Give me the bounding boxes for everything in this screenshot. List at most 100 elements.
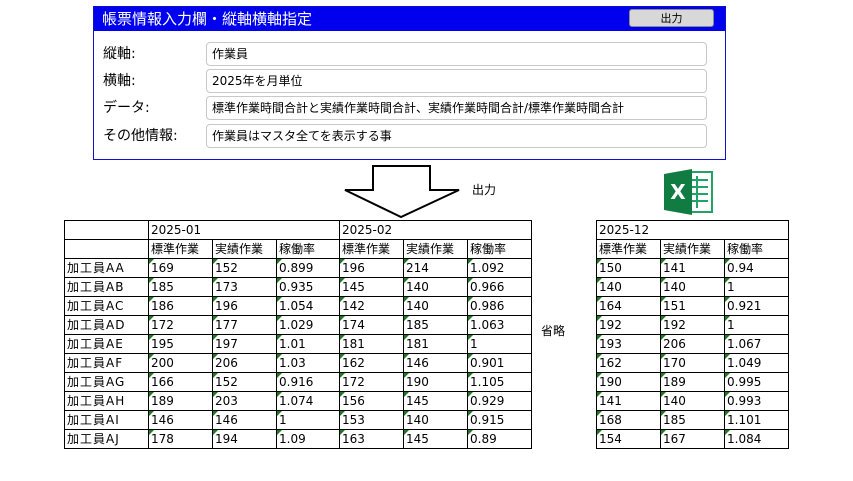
data-cell: 192 bbox=[596, 315, 661, 335]
data-cell: 1.074 bbox=[276, 391, 340, 411]
data-cell: 189 bbox=[148, 391, 213, 411]
data-cell: 163 bbox=[339, 429, 404, 449]
worker-name-cell: 加工員AJ bbox=[64, 429, 149, 449]
data-cell: 203 bbox=[212, 391, 277, 411]
data-cell: 153 bbox=[339, 410, 404, 430]
data-cell: 173 bbox=[212, 277, 277, 297]
data-cell: 142 bbox=[339, 296, 404, 316]
column-header: 実績作業 bbox=[660, 239, 725, 259]
data-cell: 1 bbox=[276, 410, 340, 430]
worker-name-cell: 加工員AB bbox=[64, 277, 149, 297]
data-cell: 181 bbox=[339, 334, 404, 354]
data-cell: 194 bbox=[212, 429, 277, 449]
table-row: 加工員AJ 178 194 1.09 163 145 0.89 bbox=[64, 429, 532, 449]
data-cell: 145 bbox=[403, 429, 468, 449]
data-cell: 0.921 bbox=[724, 296, 789, 316]
data-cell: 1.067 bbox=[724, 334, 789, 354]
table-row: 加工員AF 200 206 1.03 162 146 0.901 bbox=[64, 353, 532, 373]
data-cell: 1.01 bbox=[276, 334, 340, 354]
data-cell: 185 bbox=[660, 410, 725, 430]
data-cell: 174 bbox=[339, 315, 404, 335]
output-button[interactable]: 出力 bbox=[629, 9, 714, 27]
down-arrow-icon bbox=[344, 165, 460, 219]
column-header: 実績作業 bbox=[212, 239, 277, 259]
data-cell: 146 bbox=[403, 353, 468, 373]
data-cell: 169 bbox=[148, 258, 213, 278]
column-header: 実績作業 bbox=[403, 239, 468, 259]
input-form-panel: 帳票情報入力欄・縦軸横軸指定 出力 縦軸: 作業員 横軸: 2025年を月単位 … bbox=[93, 6, 726, 160]
data-cell: 0.899 bbox=[276, 258, 340, 278]
table-row: 加工員AH 189 203 1.074 156 145 0.929 bbox=[64, 391, 532, 411]
data-cell: 140 bbox=[403, 277, 468, 297]
data-cell: 0.89 bbox=[467, 429, 532, 449]
table-row: 193 206 1.067 bbox=[596, 334, 789, 354]
data-cell: 0.916 bbox=[276, 372, 340, 392]
data-cell: 186 bbox=[148, 296, 213, 316]
table-row: 192 192 1 bbox=[596, 315, 789, 335]
table-row: 加工員AD 172 177 1.029 174 185 1.063 bbox=[64, 315, 532, 335]
data-cell: 1.09 bbox=[276, 429, 340, 449]
data-cell: 172 bbox=[339, 372, 404, 392]
table-row: 164 151 0.921 bbox=[596, 296, 789, 316]
table-row: 141 140 0.993 bbox=[596, 391, 789, 411]
data-cell: 1.049 bbox=[724, 353, 789, 373]
report-table-left: 2025-01 2025-02 標準作業 実績作業 稼働率 標準作業 実績作業 … bbox=[64, 220, 532, 449]
data-cell: 164 bbox=[596, 296, 661, 316]
subheader-row: 標準作業 実績作業 稼働率 bbox=[596, 239, 789, 259]
data-cell: 0.901 bbox=[467, 353, 532, 373]
data-cell: 166 bbox=[148, 372, 213, 392]
form-header: 帳票情報入力欄・縦軸横軸指定 出力 bbox=[94, 7, 725, 31]
data-cell: 200 bbox=[148, 353, 213, 373]
data-cell: 0.94 bbox=[724, 258, 789, 278]
subheader-row: 標準作業 実績作業 稼働率 標準作業 実績作業 稼働率 bbox=[64, 239, 532, 259]
table-row: 150 141 0.94 bbox=[596, 258, 789, 278]
data-cell: 172 bbox=[148, 315, 213, 335]
label-vertical-axis: 縦軸: bbox=[103, 46, 136, 62]
data-cell: 193 bbox=[596, 334, 661, 354]
horizontal-axis-field[interactable]: 2025年を月単位 bbox=[206, 69, 707, 93]
data-cell: 1.092 bbox=[467, 258, 532, 278]
corner-cell bbox=[64, 220, 149, 240]
data-cell: 185 bbox=[403, 315, 468, 335]
omitted-label: 省略 bbox=[541, 324, 566, 338]
data-cell: 177 bbox=[212, 315, 277, 335]
column-header: 標準作業 bbox=[148, 239, 213, 259]
data-cell: 152 bbox=[212, 372, 277, 392]
other-info-field[interactable]: 作業員はマスタ全てを表示する事 bbox=[206, 124, 707, 148]
column-header: 標準作業 bbox=[339, 239, 404, 259]
data-cell: 1.084 bbox=[724, 429, 789, 449]
data-cell: 1 bbox=[467, 334, 532, 354]
data-cell: 140 bbox=[660, 391, 725, 411]
month-header: 2025-02 bbox=[339, 220, 532, 240]
month-header: 2025-01 bbox=[148, 220, 340, 240]
worker-name-cell: 加工員AE bbox=[64, 334, 149, 354]
data-cell: 195 bbox=[148, 334, 213, 354]
label-horizontal-axis: 横軸: bbox=[103, 73, 136, 89]
data-cell: 206 bbox=[660, 334, 725, 354]
column-header: 稼働率 bbox=[276, 239, 340, 259]
column-header: 稼働率 bbox=[724, 239, 789, 259]
corner-cell bbox=[64, 239, 149, 259]
data-field[interactable]: 標準作業時間合計と実績作業時間合計、実績作業時間合計/標準作業時間合計 bbox=[206, 96, 707, 120]
data-cell: 170 bbox=[660, 353, 725, 373]
excel-icon: X bbox=[664, 169, 713, 215]
worker-name-cell: 加工員AG bbox=[64, 372, 149, 392]
data-cell: 146 bbox=[148, 410, 213, 430]
table-row: 154 167 1.084 bbox=[596, 429, 789, 449]
data-cell: 141 bbox=[660, 258, 725, 278]
data-cell: 168 bbox=[596, 410, 661, 430]
data-cell: 150 bbox=[596, 258, 661, 278]
table-row: 168 185 1.101 bbox=[596, 410, 789, 430]
data-cell: 152 bbox=[212, 258, 277, 278]
data-cell: 140 bbox=[403, 410, 468, 430]
data-cell: 197 bbox=[212, 334, 277, 354]
table-row: 加工員AI 146 146 1 153 140 0.915 bbox=[64, 410, 532, 430]
vertical-axis-field[interactable]: 作業員 bbox=[206, 42, 707, 66]
data-cell: 167 bbox=[660, 429, 725, 449]
data-cell: 151 bbox=[660, 296, 725, 316]
data-cell: 178 bbox=[148, 429, 213, 449]
table-row: 190 189 0.995 bbox=[596, 372, 789, 392]
column-header: 標準作業 bbox=[596, 239, 661, 259]
data-cell: 206 bbox=[212, 353, 277, 373]
data-cell: 156 bbox=[339, 391, 404, 411]
